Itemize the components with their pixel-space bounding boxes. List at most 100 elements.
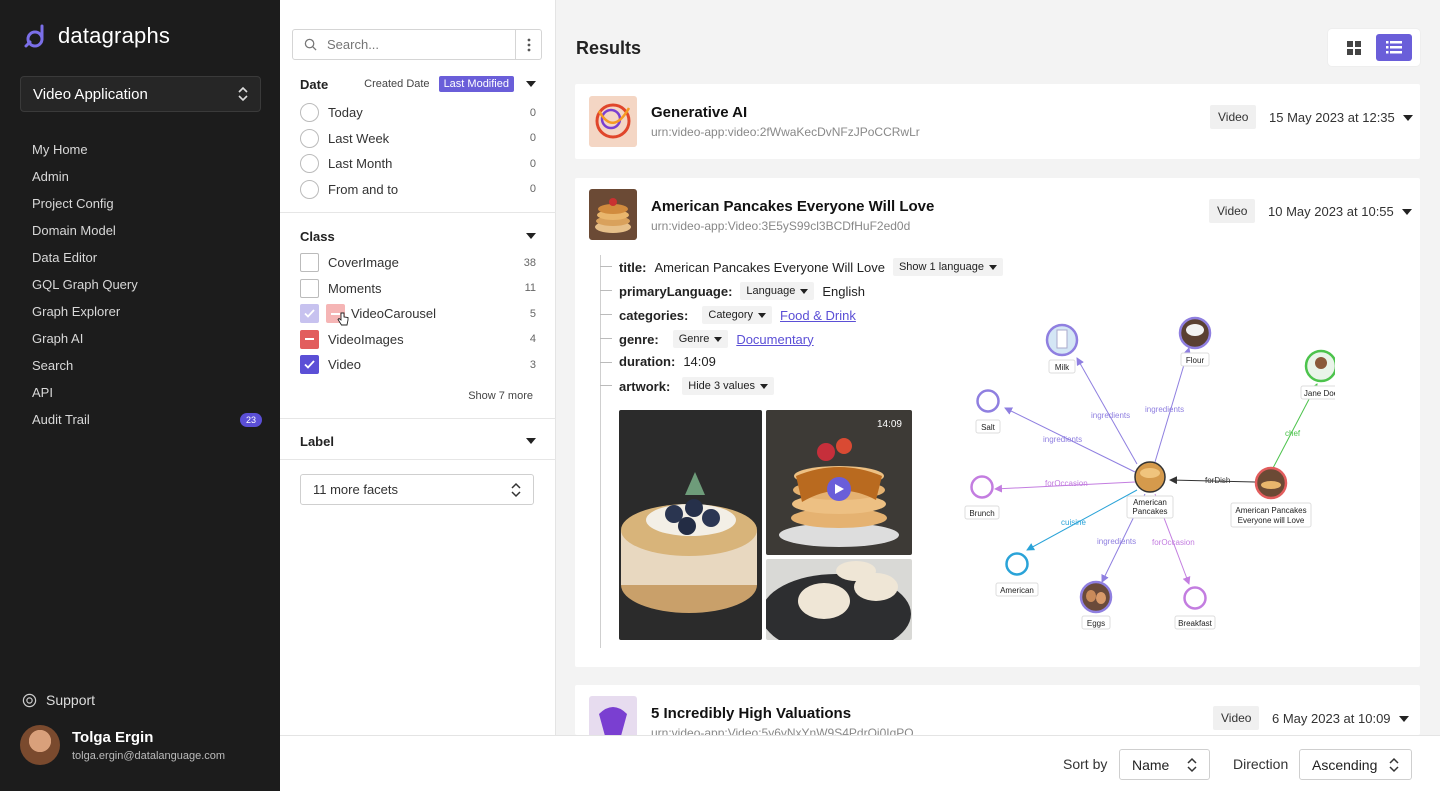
result-title[interactable]: 5 Incredibly High Valuations [651,705,851,722]
class-option-videocarousel[interactable]: VideoCarousel 5 [280,301,556,327]
node-breakfast[interactable]: Breakfast [1174,586,1216,630]
list-view-button[interactable] [1376,34,1412,61]
node-center[interactable]: American Pancakes [1126,461,1174,519]
hide-values-dropdown[interactable]: Hide 3 values [682,377,774,395]
search-input[interactable] [327,37,515,52]
node-jane-doe[interactable]: Jane Doe [1300,349,1335,400]
result-type-badge: Video [1213,706,1260,730]
nav-search[interactable]: Search [32,352,262,379]
collapse-caret-icon[interactable] [526,438,536,444]
dropdown-label: Hide 3 values [688,380,755,392]
node-video[interactable]: American Pancakes Everyone will Love [1230,466,1312,528]
sort-by-label: Sort by [1063,756,1108,772]
include-checkbox[interactable] [300,304,319,324]
node-label: Everyone will Love [1238,516,1305,525]
result-card[interactable]: 5 Incredibly High Valuations urn:video-a… [575,685,1420,735]
option-label: Moments [328,280,382,296]
show-more-link[interactable]: Show 7 more [468,390,533,402]
node-milk[interactable]: Milk [1045,323,1079,374]
class-option-moments[interactable]: Moments 11 [280,276,556,302]
option-label: VideoImages [328,331,404,347]
nav-graph-ai[interactable]: Graph AI [32,325,262,352]
date-option-from-and-to[interactable]: From and to 0 [280,177,556,203]
radio[interactable] [300,128,319,148]
sort-by-value: Name [1132,756,1170,773]
result-card[interactable]: Generative AI urn:video-app:video:2fWwaK… [575,84,1420,159]
nav-label: Domain Model [32,223,116,238]
date-option-last-month[interactable]: Last Month 0 [280,151,556,177]
grid-view-button[interactable] [1336,34,1372,61]
result-date[interactable]: 15 May 2023 at 12:35 [1269,110,1413,125]
expand-caret-icon[interactable] [1401,208,1412,215]
result-title[interactable]: Generative AI [651,104,747,121]
nav-domain-model[interactable]: Domain Model [32,217,262,244]
checkbox[interactable] [300,253,319,273]
category-link[interactable]: Food & Drink [780,308,856,323]
node-brunch[interactable]: Brunch [964,475,1000,520]
nav-graph-explorer[interactable]: Graph Explorer [32,298,262,325]
radio[interactable] [300,179,319,199]
checkbox[interactable] [300,278,319,298]
result-urn: urn:video-app:Video:3E5yS99cl3BCDfHuF2ed… [651,219,911,233]
direction-select[interactable]: Ascending [1299,749,1412,780]
nav-admin[interactable]: Admin [32,163,262,190]
play-icon[interactable] [827,477,851,501]
genre-link[interactable]: Documentary [736,332,813,347]
updown-chevron-icon [1187,757,1197,772]
knowledge-graph[interactable]: ingredients ingredients ingredients forO… [955,300,1335,640]
nav-my-home[interactable]: My Home [32,136,262,163]
application-select[interactable]: Video Application [20,76,261,112]
result-urn: urn:video-app:Video:5y6yNxYnW9S4PdrQi0Iq… [651,726,914,735]
artwork-image[interactable] [766,559,912,640]
checkbox-checked[interactable] [300,355,319,375]
radio[interactable] [300,154,319,174]
genre-dropdown[interactable]: Genre [672,330,729,348]
checkbox-excluded[interactable] [300,329,319,349]
class-option-video[interactable]: Video 3 [280,352,556,378]
result-title[interactable]: American Pancakes Everyone Will Love [651,198,934,215]
toggle-created-date[interactable]: Created Date [359,76,434,92]
language-dropdown[interactable]: Language [740,282,815,300]
nav-project-config[interactable]: Project Config [32,190,262,217]
category-dropdown[interactable]: Category [702,306,773,324]
result-date[interactable]: 6 May 2023 at 10:09 [1272,711,1409,726]
edge-label: ingredients [1097,537,1136,546]
view-toggle [1328,29,1420,66]
date-option-today[interactable]: Today 0 [280,100,556,126]
class-option-videoimages[interactable]: VideoImages 4 [280,327,556,353]
nav-gql-graph-query[interactable]: GQL Graph Query [32,271,262,298]
label-facet-header[interactable]: Label [280,429,556,453]
class-option-coverimage[interactable]: CoverImage 38 [280,250,556,276]
logo[interactable]: datagraphs [22,22,170,50]
collapse-caret-icon[interactable] [526,81,536,87]
collapse-caret-icon[interactable] [526,233,536,239]
date-facet-header[interactable]: Date Created Date Last Modified [280,72,556,96]
support-link[interactable]: Support [22,692,95,708]
option-count: 4 [529,333,536,346]
option-count: 0 [529,157,536,170]
result-date[interactable]: 10 May 2023 at 10:55 [1268,204,1412,219]
node-american[interactable]: American [995,552,1039,597]
radio[interactable] [300,103,319,123]
class-facet-header[interactable]: Class [280,224,556,248]
more-options-icon[interactable] [515,30,541,59]
show-language-dropdown[interactable]: Show 1 language [892,258,1003,276]
more-facets-select[interactable]: 11 more facets [300,474,534,505]
sort-by-select[interactable]: Name [1119,749,1210,780]
class-facet-title: Class [300,228,335,244]
toggle-last-modified[interactable]: Last Modified [438,76,514,92]
nav-audit-trail[interactable]: Audit Trail 23 [32,406,262,433]
nav-data-editor[interactable]: Data Editor [32,244,262,271]
user-profile[interactable]: Tolga Ergin tolga.ergin@datalanguage.com [20,725,225,765]
expand-caret-icon[interactable] [1402,114,1413,121]
node-eggs[interactable]: Eggs [1079,580,1113,630]
expand-caret-icon[interactable] [1398,715,1409,722]
date-option-last-week[interactable]: Last Week 0 [280,126,556,152]
result-thumbnail [589,189,637,240]
node-salt[interactable]: Salt [975,389,1001,434]
nav-api[interactable]: API [32,379,262,406]
artwork-video[interactable]: 14:09 [766,410,912,555]
node-flour[interactable]: Flour [1178,316,1212,367]
artwork-image[interactable] [619,410,762,640]
tree-tick [600,290,612,291]
